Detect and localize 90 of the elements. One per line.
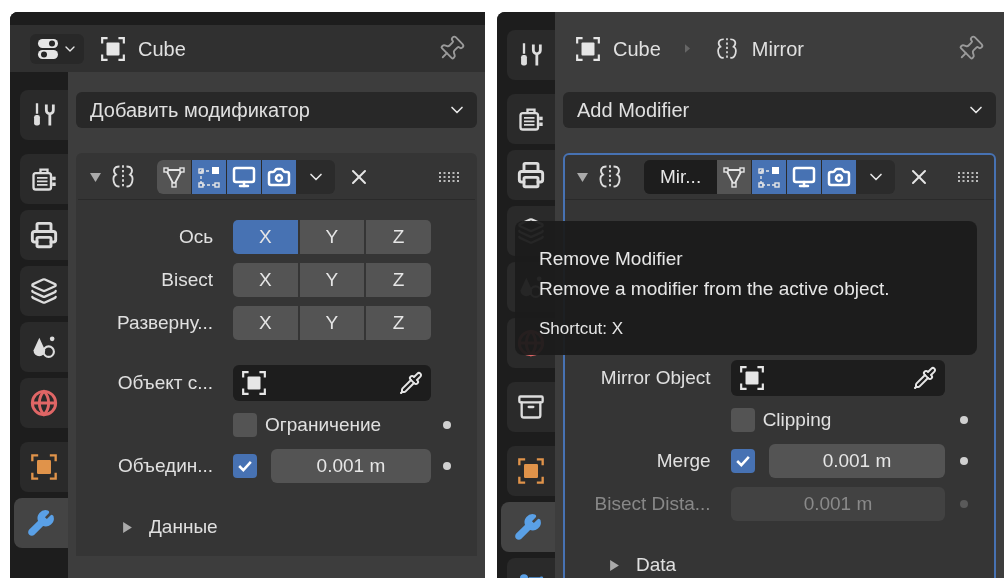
properties-tab[interactable] xyxy=(20,266,68,316)
eyedropper-icon[interactable] xyxy=(913,366,938,390)
object-picker-field[interactable] xyxy=(233,365,431,401)
properties-tab[interactable] xyxy=(507,382,555,432)
camera-icon xyxy=(267,165,291,189)
field-label: Mirror Object xyxy=(599,365,711,390)
properties-tab[interactable] xyxy=(20,90,68,140)
expand-triangle-icon[interactable] xyxy=(90,171,101,183)
breadcrumb-label: Cube xyxy=(138,36,186,62)
properties-tab[interactable] xyxy=(20,378,68,428)
checkbox[interactable] xyxy=(730,449,755,473)
subpanel-title[interactable]: Данные xyxy=(149,512,218,542)
globe-icon xyxy=(30,389,58,417)
wrench-icon xyxy=(27,509,55,537)
expand-triangle-icon[interactable] xyxy=(122,521,133,533)
checkbox[interactable] xyxy=(233,413,258,437)
monitor-icon xyxy=(232,165,256,189)
properties-tab[interactable] xyxy=(20,210,68,260)
axis-toggle-button[interactable]: Y xyxy=(299,306,365,340)
cube-icon xyxy=(241,370,268,396)
checkbox[interactable] xyxy=(233,454,258,478)
properties-tab[interactable] xyxy=(507,30,555,80)
tooltip-title: Remove Modifier xyxy=(539,247,684,271)
checkbox[interactable] xyxy=(730,408,755,432)
breadcrumb-label: Cube xyxy=(613,36,661,62)
visibility-toggle-button[interactable] xyxy=(787,160,823,194)
checkbox-label: Clipping xyxy=(762,407,832,432)
vertex-triangle-icon xyxy=(722,165,747,189)
number-field[interactable]: 0.001 m xyxy=(271,449,431,483)
axis-toggle-button[interactable]: Y xyxy=(299,220,365,254)
axis-toggle-button[interactable]: X xyxy=(233,263,298,297)
monitor-icon xyxy=(792,165,817,189)
vertex-square-icon xyxy=(757,165,782,189)
eyedropper-icon[interactable] xyxy=(398,371,423,395)
object-picker-field[interactable] xyxy=(730,360,946,396)
axis-toggle-button[interactable]: Z xyxy=(366,220,431,254)
axis-toggle-button[interactable]: X xyxy=(233,306,298,340)
camera-icon xyxy=(827,165,852,189)
vertex-triangle-icon xyxy=(162,165,186,189)
visibility-toggle-button[interactable] xyxy=(227,160,262,194)
subpanel-title[interactable]: Data xyxy=(636,550,677,578)
axis-toggle-button[interactable]: Z xyxy=(366,306,431,340)
properties-tab[interactable] xyxy=(507,94,555,144)
printer-icon xyxy=(517,161,545,189)
properties-tab[interactable] xyxy=(507,150,555,200)
visibility-toggle-button[interactable] xyxy=(157,160,192,194)
axis-toggle-button[interactable]: X xyxy=(233,220,298,254)
field-label: Ось xyxy=(177,224,214,249)
visibility-toggle-button[interactable] xyxy=(262,160,297,194)
cube-icon xyxy=(100,35,126,62)
modifier-name-field[interactable]: Mir... xyxy=(644,160,718,194)
drag-handle-icon[interactable] xyxy=(958,172,980,182)
breadcrumb-arrow-icon xyxy=(684,44,690,53)
cube-icon xyxy=(738,365,765,391)
add-modifier-dropdown[interactable]: Добавить модификатор xyxy=(76,92,477,128)
archive-box-icon xyxy=(517,393,545,421)
expand-triangle-icon[interactable] xyxy=(577,171,588,183)
properties-tab[interactable] xyxy=(507,446,555,496)
tooltip-description: Remove a modifier from the active object. xyxy=(539,277,891,301)
visibility-toggle-button[interactable] xyxy=(822,160,858,194)
printer-icon xyxy=(30,221,58,249)
visibility-toggle-button[interactable] xyxy=(717,160,753,194)
number-field[interactable]: 0.001 m xyxy=(768,444,946,478)
field-label: Bisect xyxy=(160,267,214,292)
field-label: Разверну... xyxy=(116,310,214,335)
axis-toggle-button[interactable]: Z xyxy=(366,263,431,297)
field-label: Объект с... xyxy=(116,370,214,395)
visibility-toggle-button[interactable] xyxy=(192,160,227,194)
field-label: Объедин... xyxy=(117,453,214,478)
drag-handle-icon[interactable] xyxy=(439,172,461,182)
properties-tab[interactable] xyxy=(20,154,68,204)
field-label: Merge xyxy=(655,448,711,473)
tooltip-shortcut: Shortcut: X xyxy=(539,318,625,340)
toggle-switches-icon xyxy=(36,36,60,61)
field-label: Bisect Dista... xyxy=(593,491,711,516)
properties-tab[interactable] xyxy=(20,442,68,492)
add-modifier-dropdown[interactable]: Add Modifier xyxy=(563,92,996,128)
cube-icon xyxy=(575,35,601,62)
object-square-icon xyxy=(30,453,58,481)
vertex-square-icon xyxy=(197,165,221,189)
visibility-toggle-button[interactable] xyxy=(752,160,788,194)
properties-tab[interactable] xyxy=(20,322,68,372)
editor-type-button[interactable] xyxy=(30,33,84,64)
breadcrumb-label: Mirror xyxy=(751,36,805,62)
object-square-icon xyxy=(517,457,545,485)
expand-triangle-icon[interactable] xyxy=(609,559,620,571)
wrench-icon xyxy=(514,513,542,541)
axis-toggle-button[interactable]: Y xyxy=(299,263,365,297)
checkbox-label: Ограничение xyxy=(265,412,382,437)
layers-icon xyxy=(30,277,58,305)
